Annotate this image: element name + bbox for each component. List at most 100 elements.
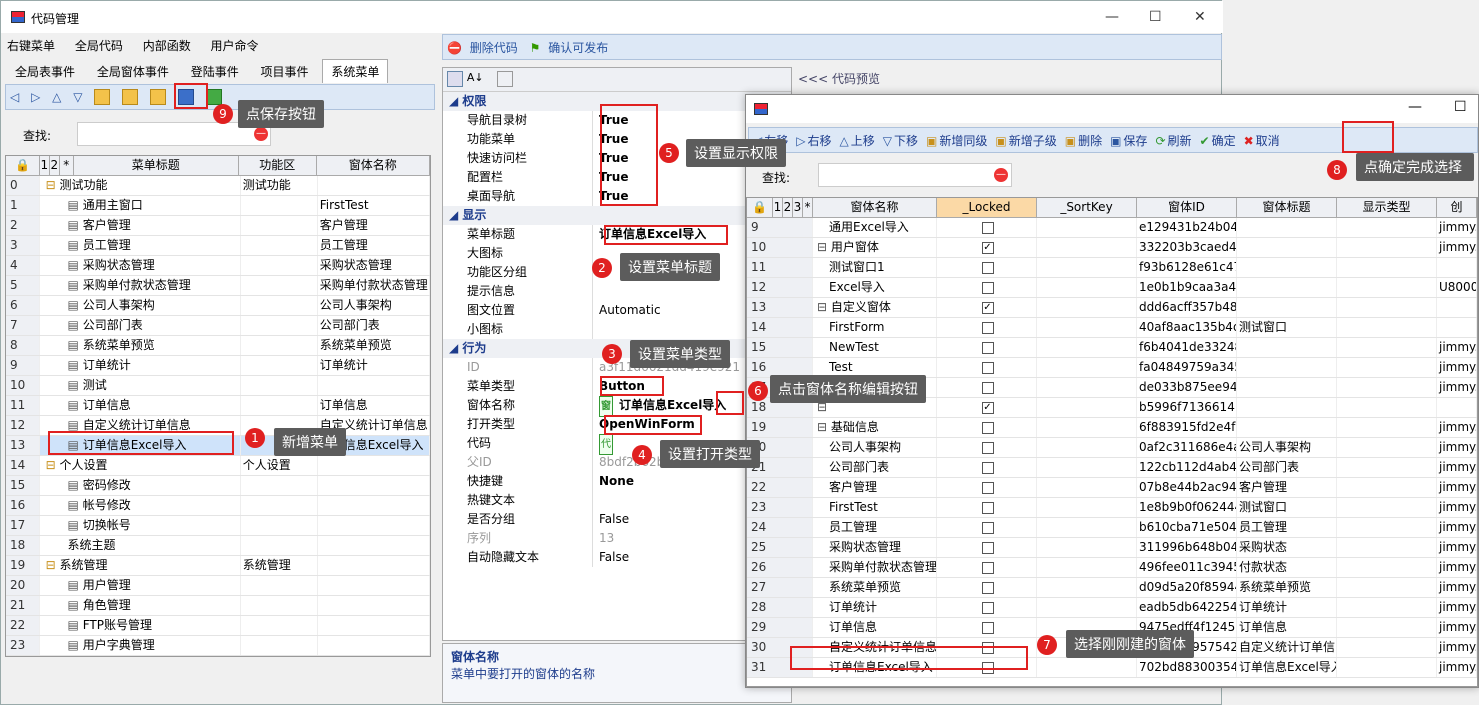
property-row[interactable]: 自动隐藏文本 False [443,548,791,567]
menu-user-cmd[interactable]: 用户命令 [211,39,259,53]
d-star[interactable]: * [803,198,813,217]
cancel-button[interactable]: 取消 [1256,132,1280,149]
col-sortkey[interactable]: _SortKey [1037,198,1137,217]
cell-form-name[interactable]: ⊟ 基础信息 [813,418,937,437]
add-sibling-button[interactable]: 新增同级 [939,132,987,149]
cell-form-name[interactable]: FirstTest [813,498,937,517]
table-row[interactable]: 20 ▤ 用户管理 [6,576,430,596]
property-category[interactable]: ◢ 显示 [443,206,791,225]
categorized-icon[interactable] [447,71,463,87]
dialog-clear-search-icon[interactable]: — [994,168,1008,182]
refresh-button[interactable]: 刷新 [1168,132,1192,149]
cell-form-name[interactable]: 公司部门表 [813,458,937,477]
tree-node-title[interactable]: ⊟ 个人设置 [40,456,241,475]
table-row[interactable]: 22 ▤ FTP账号管理 [6,616,430,636]
cell-form-name[interactable]: ⊟ 用户窗体 [813,238,937,257]
maximize-button[interactable]: ☐ [1149,9,1162,25]
table-row[interactable]: 26 采购单付款状态管理 496fee011c3945 付款状态 jimmy. [747,558,1477,578]
property-value[interactable] [593,491,599,510]
cell-form-name[interactable]: 系统菜单预览 [813,578,937,597]
minimize-button[interactable]: — [1105,9,1119,25]
locked-checkbox[interactable] [981,381,994,394]
locked-checkbox[interactable] [981,501,994,514]
table-row[interactable]: 7 ▤ 公司部门表 公司部门表 [6,316,430,336]
cell-form-name[interactable]: NewTest [813,338,937,357]
cell-form-name[interactable]: Excel导入 [813,278,937,297]
table-row[interactable]: 20公司人事架构0af2c311686e4a公司人事架构jimmy. [747,438,1477,458]
cell-form-name[interactable]: 订单统计 [813,598,937,617]
tab-login-events[interactable]: 登陆事件 [183,60,247,83]
tree-node-title[interactable]: ▤ 公司部门表 [40,316,241,335]
cell-form-name[interactable]: 测试窗口1 [813,258,937,277]
dialog-minimize-button[interactable]: — [1408,99,1422,115]
col-display-type[interactable]: 显示类型 [1337,198,1437,217]
expand-icon[interactable]: ⊟ [817,240,831,254]
table-row[interactable]: 8 ▤ 系统菜单预览 系统菜单预览 [6,336,430,356]
property-row[interactable]: 提示信息 [443,282,791,301]
locked-checkbox[interactable] [981,261,994,274]
move-right-button[interactable]: 右移 [807,132,831,149]
locked-checkbox[interactable] [981,541,994,554]
confirm-button[interactable]: 确定 [1212,132,1236,149]
move-down-button[interactable]: 下移 [894,132,918,149]
table-row[interactable]: 11 测试窗口1 f93b6128e61c47 [747,258,1477,278]
d-level-2[interactable]: 2 [783,198,793,217]
property-row[interactable]: 大图标 [443,244,791,263]
sort-alpha-icon[interactable]: A↓ [467,71,484,87]
property-row[interactable]: 是否分组 False [443,510,791,529]
tree-node-title[interactable]: ▤ 采购状态管理 [40,256,241,275]
tree-node-title[interactable]: ▤ 订单信息 [40,396,241,415]
tab-global-table-events[interactable]: 全局表事件 [7,60,83,83]
add-sibling-icon[interactable] [94,89,111,105]
locked-checkbox[interactable] [981,621,994,634]
left-arrow-icon[interactable]: ◁ [10,90,19,104]
tree-node-title[interactable]: ▤ 切换帐号 [40,516,241,535]
property-row[interactable]: 热键文本 [443,491,791,510]
table-row[interactable]: 21 ▤ 角色管理 [6,596,430,616]
clear-search-icon[interactable]: — [254,127,268,141]
table-row[interactable]: 4 ▤ 采购状态管理 采购状态管理 [6,256,430,276]
cell-form-name[interactable]: 公司人事架构 [813,438,937,457]
tree-node-title[interactable]: ▤ 客户管理 [40,216,241,235]
col-form-title[interactable]: 窗体标题 [1237,198,1337,217]
form-edit-icon[interactable]: 窗 [599,396,613,417]
table-row[interactable]: 10 ⊟ 用户窗体 ✓ 332203b3caed4 jimmy. [747,238,1477,258]
locked-checkbox[interactable] [981,421,994,434]
down-arrow-icon[interactable]: ▽ [73,90,82,104]
table-row[interactable]: 16 ▤ 帐号修改 [6,496,430,516]
property-value[interactable]: Automatic [593,301,661,320]
publish-button[interactable]: 确认可发布 [548,39,608,56]
property-value[interactable]: False [593,548,629,567]
cell-form-name[interactable]: 通用Excel导入 [813,218,937,237]
tree-node-title[interactable]: ▤ 通用主窗口 [40,196,241,215]
tab-global-form-events[interactable]: 全局窗体事件 [89,60,177,83]
table-row[interactable]: 27 系统菜单预览 d09d5a20f85944 系统菜单预览 jimmy. [747,578,1477,598]
move-up-button[interactable]: 上移 [851,132,875,149]
table-row[interactable]: 17 ▤ 切换帐号 [6,516,430,536]
table-row[interactable]: 12 Excel导入 1e0b1b9caa3a4 U8000 [747,278,1477,298]
table-row[interactable]: 6 ▤ 公司人事架构 公司人事架构 [6,296,430,316]
level-2-header[interactable]: 2 [50,156,60,175]
locked-checkbox[interactable] [981,601,994,614]
table-row[interactable]: 25 采购状态管理 311996b648b04 采购状态 jimmy. [747,538,1477,558]
save-button[interactable]: 保存 [1123,132,1147,149]
property-value[interactable]: 代 [593,434,619,455]
star-header[interactable]: * [60,156,74,175]
table-row[interactable]: 3 ▤ 员工管理 员工管理 [6,236,430,256]
tree-node-title[interactable]: ▤ 用户字典管理 [40,636,241,655]
locked-checkbox[interactable] [981,521,994,534]
table-row[interactable]: 28 订单统计 eadb5db642254 订单统计 jimmy. [747,598,1477,618]
locked-checkbox[interactable] [981,561,994,574]
tree-node-title[interactable]: ▤ 订单统计 [40,356,241,375]
locked-checkbox[interactable] [981,441,994,454]
cell-form-name[interactable]: 客户管理 [813,478,937,497]
cell-form-name[interactable]: 采购单付款状态管理 [813,558,937,577]
locked-checkbox[interactable]: ✓ [981,241,994,254]
close-button[interactable]: ✕ [1194,9,1206,25]
table-row[interactable]: 22 客户管理 07b8e44b2ac94 客户管理 jimmy. [747,478,1477,498]
property-pages-icon[interactable] [496,71,513,87]
delete-folder-icon[interactable] [149,89,166,105]
tree-node-title[interactable]: ▤ 公司人事架构 [40,296,241,315]
table-row[interactable]: 11 ▤ 订单信息 订单信息 [6,396,430,416]
locked-checkbox[interactable] [981,361,994,374]
